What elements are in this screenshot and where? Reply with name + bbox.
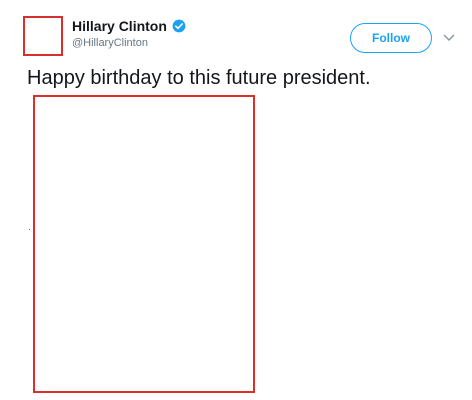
avatar[interactable] [23,16,63,56]
author-handle[interactable]: @HillaryClinton [72,38,186,49]
verified-badge-icon [172,19,186,33]
tweet-text: Happy birthday to this future president. [27,67,371,89]
chevron-down-icon [443,34,455,41]
tweet-card: Hillary Clinton @HillaryClinton Follow H… [0,0,472,400]
author-name-row: Hillary Clinton [72,19,186,33]
author-display-name[interactable]: Hillary Clinton [72,19,167,33]
more-options-button[interactable] [442,32,456,44]
follow-button[interactable]: Follow [350,23,432,53]
author-info: Hillary Clinton @HillaryClinton [72,19,186,49]
tweet-media-image[interactable] [33,95,255,393]
artifact-dot [29,229,30,230]
